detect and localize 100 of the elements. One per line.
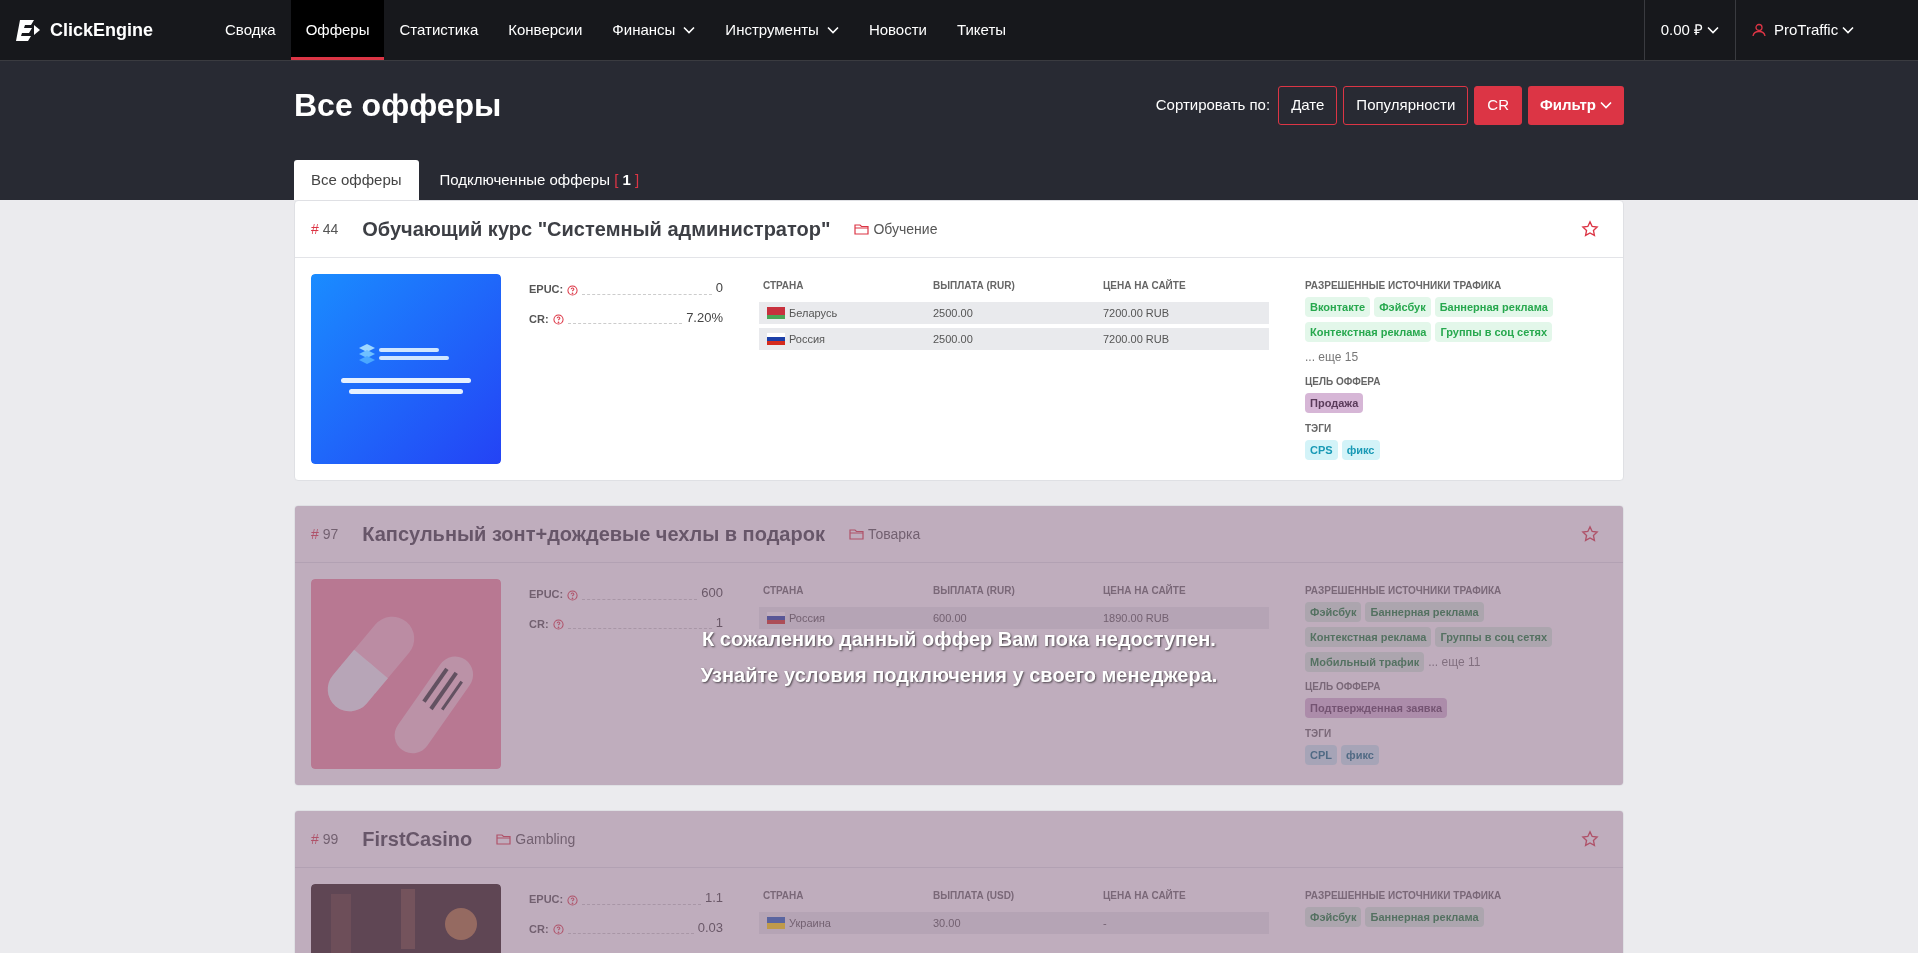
flag-icon	[767, 917, 785, 929]
payout-cell-text: 600.00	[933, 610, 967, 626]
folder-icon	[854, 223, 870, 235]
offer-category: Gambling	[515, 829, 576, 849]
help-icon[interactable]	[567, 894, 579, 906]
nav-item[interactable]: Статистика	[384, 0, 494, 60]
cr-label: CR:	[529, 921, 549, 937]
nav-item[interactable]: Тикеты	[941, 0, 1022, 60]
column-header: ВЫПЛАТА (RUR)	[933, 279, 1015, 293]
offer-title[interactable]: Обучающий курс "Системный администратор"	[362, 214, 831, 244]
nav-item[interactable]: Офферы	[290, 0, 385, 60]
column-header: ВЫПЛАТА (RUR)	[933, 584, 1015, 598]
star-icon[interactable]	[1581, 830, 1599, 848]
nav-item[interactable]: Инструменты	[710, 0, 854, 60]
balance-button[interactable]: 0.00 ₽	[1643, 0, 1735, 60]
cr-label: CR:	[529, 616, 549, 632]
price-cell-text: 7200.00 RUB	[1103, 331, 1170, 347]
traffic-source-tag: Баннерная реклама	[1365, 907, 1484, 927]
traffic-source-tag: Фэйсбук	[1305, 907, 1362, 927]
section-label: ЦЕЛЬ ОФФЕРА	[1305, 680, 1382, 694]
sort-label: Сортировать по:	[1155, 94, 1271, 115]
epuc-value: 600	[701, 584, 723, 602]
column-header: ЦЕНА НА САЙТЕ	[1103, 888, 1186, 903]
traffic-source-tag: Контекстная реклама	[1305, 627, 1432, 647]
nav-item[interactable]: Финансы	[597, 0, 711, 60]
sort-button[interactable]: Дате	[1278, 85, 1338, 125]
traffic-source-tag: Контекстная реклама	[1305, 322, 1432, 342]
sort-button[interactable]: CR	[1474, 85, 1523, 125]
payout-cell-text: 2500.00	[933, 305, 973, 321]
tag: CPL	[1305, 745, 1337, 765]
section-label: РАЗРЕШЕННЫЕ ИСТОЧНИКИ ТРАФИКА	[1305, 889, 1503, 903]
offer-id: # 44	[311, 219, 339, 239]
offer-category: Обучение	[873, 219, 938, 239]
country-cell-text: Россия	[789, 610, 826, 626]
column-header: СТРАНА	[763, 889, 804, 903]
traffic-source-tag: Баннерная реклама	[1365, 602, 1484, 622]
column-header: ЦЕНА НА САЙТЕ	[1103, 583, 1186, 598]
offer-id: # 97	[311, 524, 339, 544]
section-label: ЦЕЛЬ ОФФЕРА	[1305, 375, 1382, 389]
traffic-source-tag: Группы в соц сетях	[1435, 322, 1553, 342]
nav-item[interactable]: Конверсии	[493, 0, 598, 60]
epuc-label: EPUC:	[529, 587, 564, 602]
star-icon[interactable]	[1581, 525, 1599, 543]
flag-icon	[767, 612, 785, 624]
traffic-source-tag: Группы в соц сетях	[1435, 627, 1553, 647]
cr-value: 0.03	[697, 918, 723, 937]
country-cell-text: Беларусь	[789, 305, 838, 321]
section-label: ТЭГИ	[1305, 727, 1333, 741]
help-icon[interactable]	[567, 284, 579, 296]
flag-icon	[767, 333, 785, 345]
traffic-source-tag: Вконтакте	[1305, 297, 1371, 317]
epuc-value: 0	[715, 279, 723, 297]
tag: фикс	[1341, 440, 1380, 460]
section-label: РАЗРЕШЕННЫЕ ИСТОЧНИКИ ТРАФИКА	[1305, 584, 1503, 598]
logo-text[interactable]: ClickEngine	[50, 16, 154, 44]
folder-icon	[848, 528, 864, 540]
help-icon[interactable]	[567, 589, 579, 601]
logo-icon	[16, 17, 42, 43]
country-cell-text: Россия	[789, 331, 826, 347]
epuc-label: EPUC:	[529, 282, 564, 297]
column-header: СТРАНА	[763, 279, 804, 293]
tag: фикс	[1341, 745, 1379, 765]
column-header: ВЫПЛАТА (USD)	[933, 889, 1015, 903]
cr-label: CR:	[529, 311, 549, 327]
payout-cell-text: 2500.00	[933, 331, 973, 347]
offer-id: # 99	[311, 829, 339, 849]
goal-tag: Продажа	[1305, 393, 1364, 413]
help-icon[interactable]	[552, 314, 564, 325]
sort-button[interactable]: Популярности	[1343, 85, 1469, 125]
section-label: РАЗРЕШЕННЫЕ ИСТОЧНИКИ ТРАФИКА	[1305, 279, 1503, 293]
cr-value: 7.20%	[686, 308, 723, 327]
flag-icon	[767, 307, 785, 319]
tab[interactable]: Подключенные офферы [ 1 ]	[422, 160, 657, 200]
column-header: СТРАНА	[763, 584, 804, 598]
traffic-source-tag: Фэйсбук	[1305, 602, 1362, 622]
help-icon[interactable]	[552, 924, 564, 935]
traffic-source-tag: Фэйсбук	[1374, 297, 1431, 317]
epuc-label: EPUC:	[529, 892, 564, 907]
star-icon[interactable]	[1581, 220, 1599, 238]
chevron-down-icon	[1600, 101, 1612, 109]
more-sources[interactable]: ... еще 15	[1305, 350, 1359, 364]
column-header: ЦЕНА НА САЙТЕ	[1103, 278, 1186, 293]
epuc-value: 1.1	[704, 889, 723, 907]
nav-item[interactable]: Новости	[853, 0, 942, 60]
user-icon	[1752, 23, 1766, 37]
country-cell-text: Украина	[789, 915, 831, 931]
price-cell-text: -	[1103, 915, 1107, 931]
chevron-down-icon	[1842, 26, 1855, 34]
traffic-source-tag: Баннерная реклама	[1434, 297, 1553, 317]
offer-category: Товарка	[867, 524, 921, 544]
filter-button[interactable]: Фильтр	[1528, 85, 1624, 125]
help-icon[interactable]	[552, 619, 564, 630]
nav-item[interactable]: Сводка	[210, 0, 291, 60]
user-menu[interactable]: ProTraffic	[1735, 0, 1918, 60]
payout-cell-text: 30.00	[933, 915, 961, 931]
tag: CPS	[1305, 440, 1338, 460]
price-cell-text: 1890.00 RUB	[1103, 610, 1170, 626]
chevron-down-icon	[1707, 26, 1719, 34]
tab[interactable]: Все офферы	[294, 160, 419, 200]
page-title: Все офферы	[294, 86, 502, 125]
